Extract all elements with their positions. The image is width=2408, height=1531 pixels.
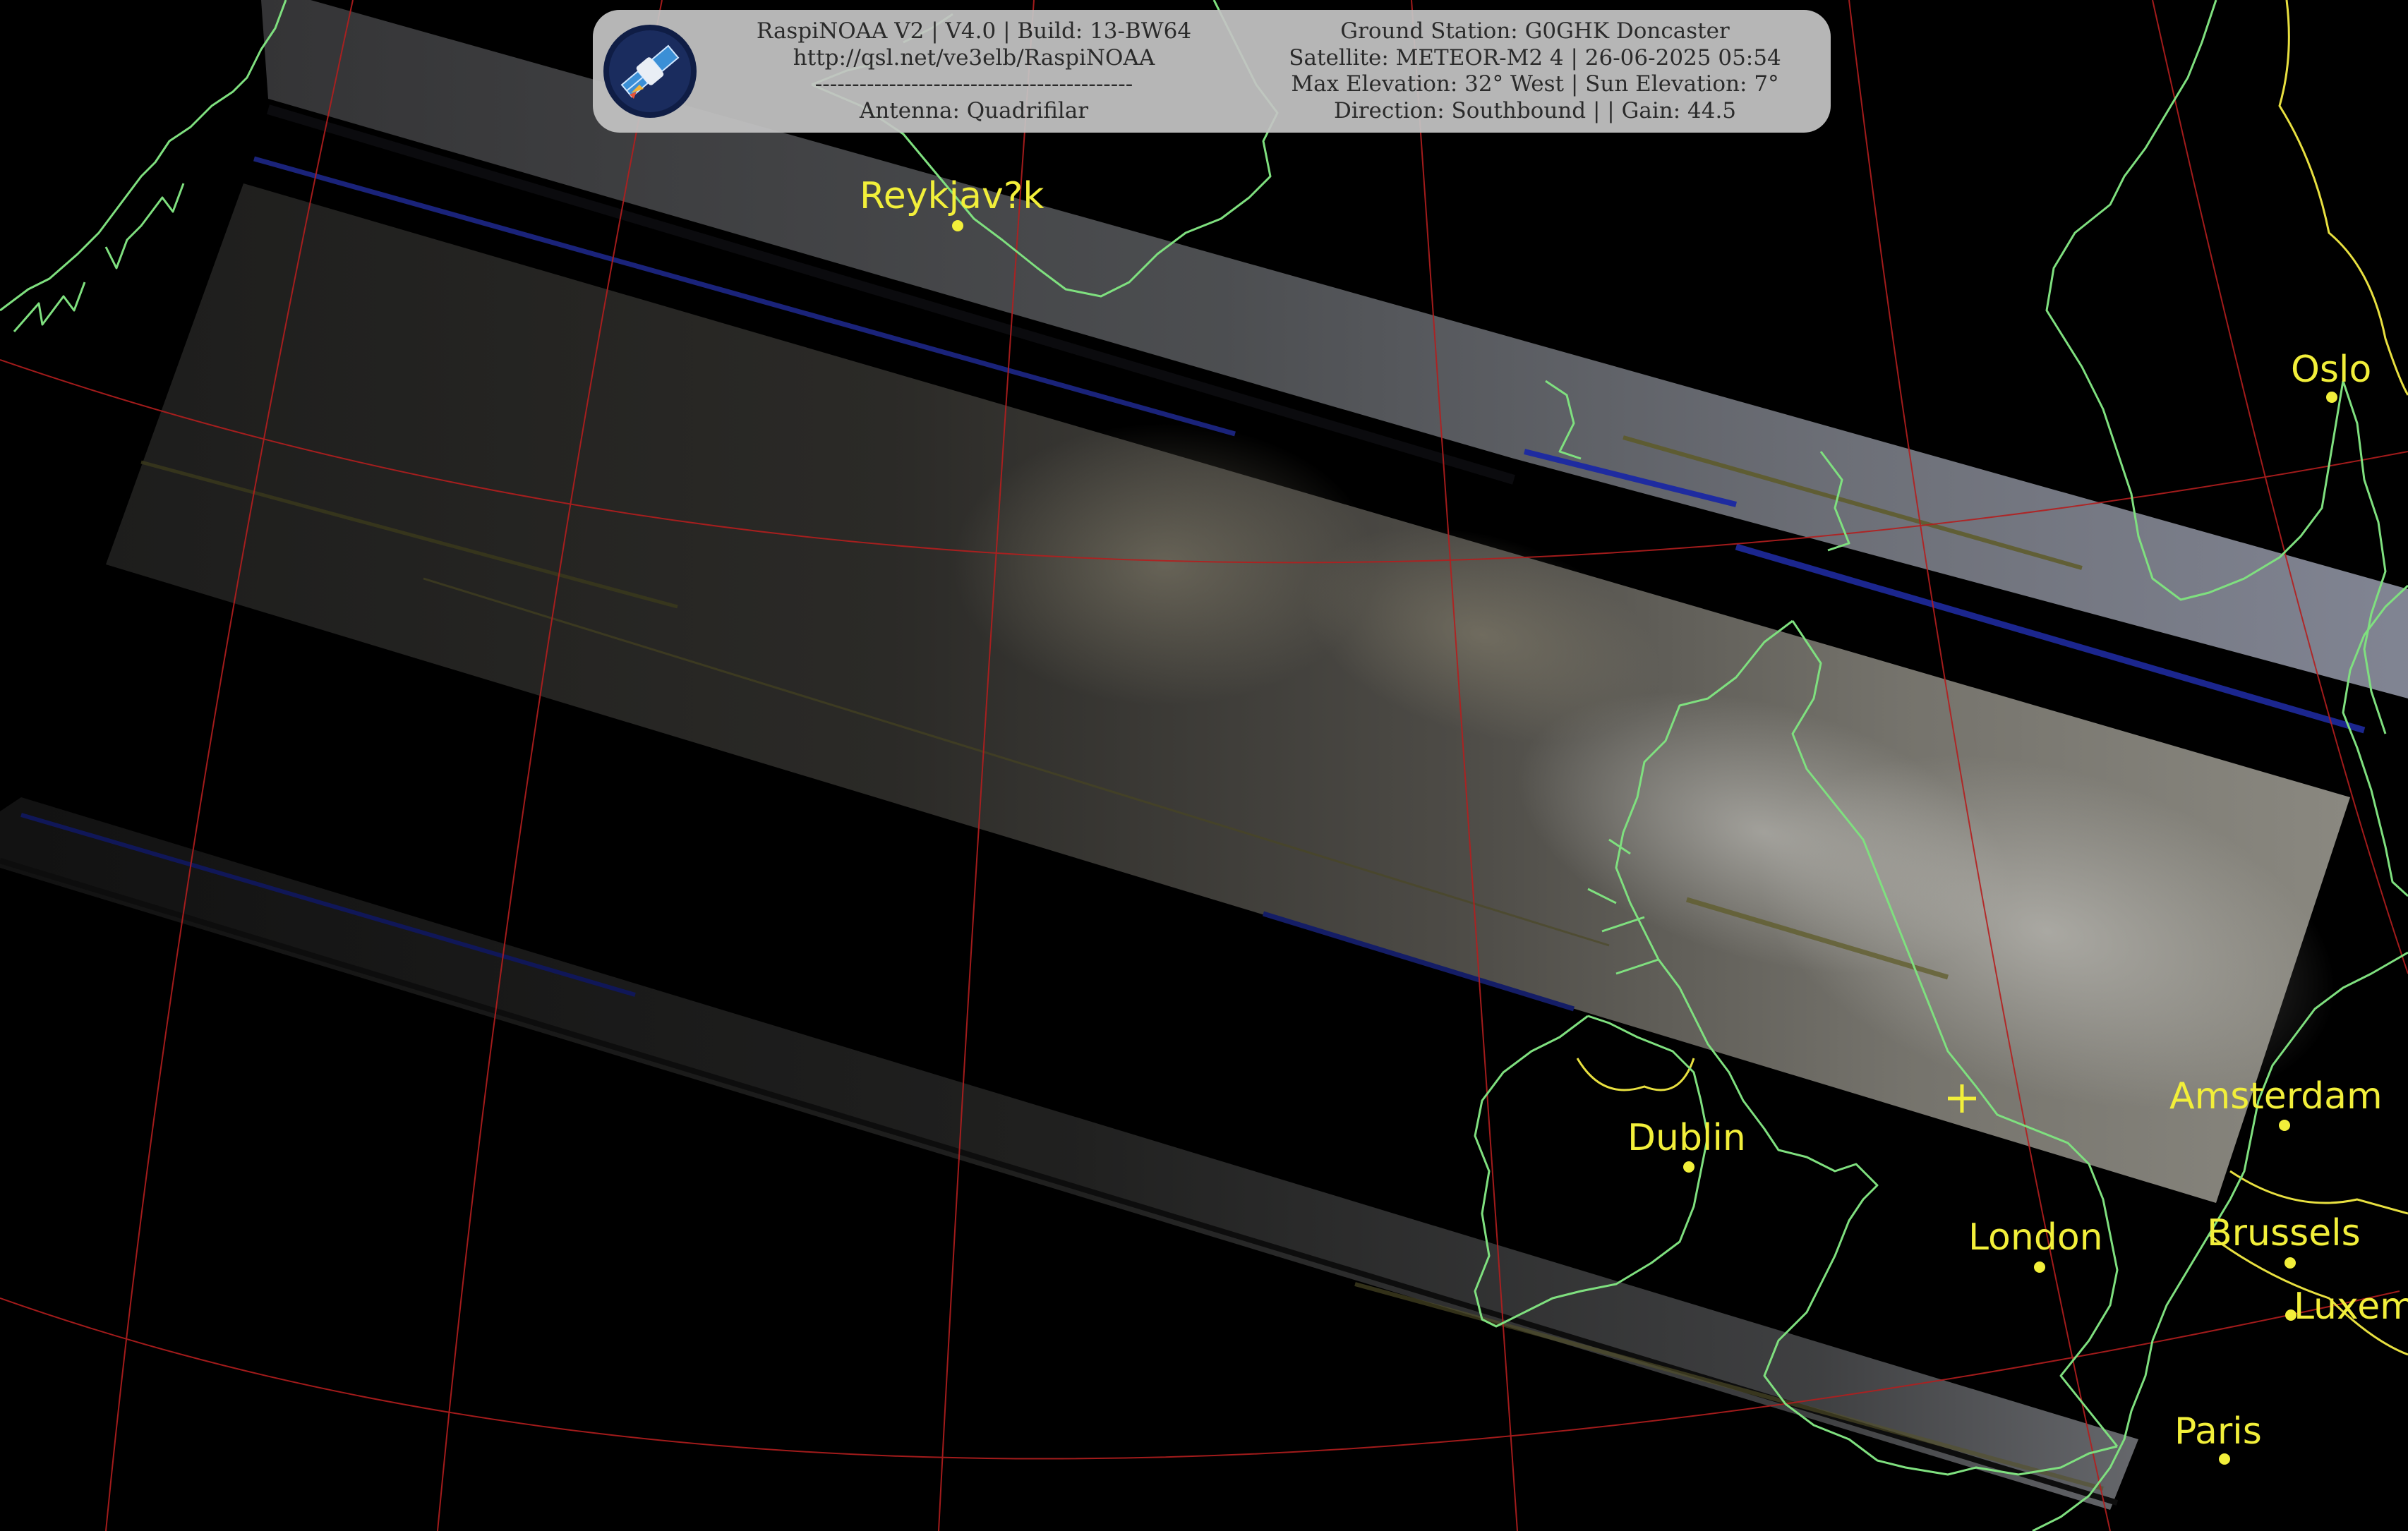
city-label-paris: Paris: [2174, 1410, 2262, 1453]
direction-gain-text: Direction: Southbound | | Gain: 44.5: [1333, 97, 1737, 123]
city-label-london: London: [1968, 1216, 2103, 1259]
satellite-text: Satellite: METEOR-M2 4 | 26-06-2025 05:5…: [1289, 44, 1781, 71]
city-label-reykjavik: Reykjav?k: [860, 175, 1045, 217]
antenna-text: Antenna: Quadrifilar: [859, 97, 1089, 123]
satellite-map: [0, 0, 2408, 1531]
project-url-text: http://qsl.net/ve3elb/RaspiNOAA: [793, 44, 1155, 71]
city-dot-dublin: [1683, 1161, 1694, 1173]
city-label-luxembourg: Luxem: [2294, 1285, 2408, 1328]
pass-info-panel: RaspiNOAA V2 | V4.0 | Build: 13-BW64 htt…: [593, 10, 1831, 133]
city-label-brussels: Brussels: [2207, 1212, 2361, 1254]
pass-info-left: RaspiNOAA V2 | V4.0 | Build: 13-BW64 htt…: [678, 18, 1270, 124]
city-dot-oslo: [2326, 392, 2337, 403]
separator-text: ----------------------------------------…: [814, 71, 1133, 97]
city-label-amsterdam: Amsterdam: [2169, 1075, 2383, 1118]
app-version-text: RaspiNOAA V2 | V4.0 | Build: 13-BW64: [756, 18, 1192, 44]
city-dot-amsterdam: [2279, 1120, 2290, 1131]
elevation-text: Max Elevation: 32° West | Sun Elevation:…: [1291, 71, 1779, 97]
city-label-oslo: Oslo: [2291, 349, 2372, 391]
city-dot-london: [2034, 1261, 2045, 1273]
city-label-dublin: Dublin: [1627, 1117, 1746, 1159]
city-dot-reykjavik: [952, 220, 963, 231]
pass-info-right: Ground Station: G0GHK Doncaster Satellit…: [1249, 18, 1821, 124]
city-dot-paris: [2219, 1453, 2230, 1465]
city-dot-brussels: [2284, 1257, 2296, 1269]
ground-station-text: Ground Station: G0GHK Doncaster: [1340, 18, 1730, 44]
